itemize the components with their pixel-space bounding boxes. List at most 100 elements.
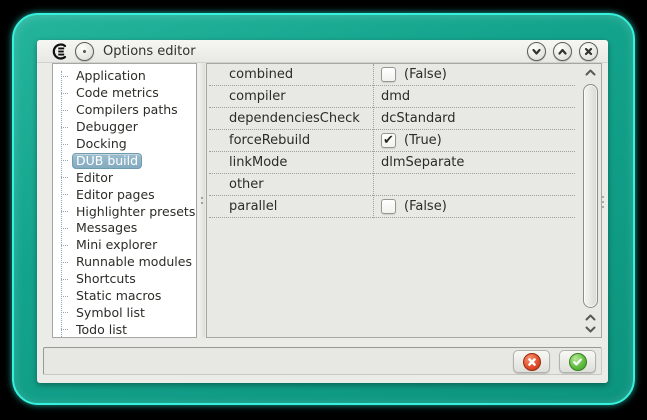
- grid-column-divider: [373, 64, 374, 218]
- sidebar-item[interactable]: Mini explorer: [53, 237, 196, 254]
- property-value: dmd: [381, 89, 411, 104]
- grip-dot-icon: [602, 196, 604, 198]
- window-menu-button[interactable]: [75, 41, 94, 61]
- sidebar-item-label: Application: [76, 68, 146, 84]
- property-row[interactable]: other: [209, 174, 575, 196]
- sidebar-item[interactable]: Editor: [53, 169, 196, 186]
- sidebar-item[interactable]: Debugger: [53, 119, 196, 136]
- property-name: other: [229, 177, 264, 192]
- close-x-icon: [584, 47, 593, 55]
- property-value-cell[interactable]: dmd: [371, 89, 575, 104]
- tree-branch-line: [61, 143, 68, 145]
- sidebar-item-label: Runnable modules: [76, 254, 192, 270]
- property-value-cell[interactable]: (False): [371, 67, 575, 82]
- chevron-down-icon: [585, 326, 596, 333]
- property-row[interactable]: dependenciesCheck dcStandard: [209, 108, 575, 130]
- close-button[interactable]: [579, 41, 598, 61]
- splitter-grip-icon: [200, 202, 203, 204]
- sidebar-item[interactable]: Docking: [53, 136, 196, 153]
- property-row[interactable]: compiler dmd: [209, 86, 575, 108]
- property-row[interactable]: forceRebuild (True): [209, 130, 575, 152]
- checkbox[interactable]: [381, 133, 396, 148]
- tree-branch-line: [61, 194, 68, 196]
- resize-grip[interactable]: [602, 196, 604, 208]
- property-value-cell[interactable]: dcStandard: [371, 111, 575, 126]
- property-name: parallel: [229, 199, 278, 214]
- sidebar-item-label: Debugger: [76, 119, 138, 135]
- scroll-down-button[interactable]: [581, 323, 600, 336]
- tree-branch-line: [61, 312, 68, 314]
- grip-dot-icon: [602, 201, 604, 203]
- chevron-up-icon: [558, 48, 567, 55]
- property-row[interactable]: linkMode dlmSeparate: [209, 152, 575, 174]
- window-menu-dot-icon: [83, 49, 86, 53]
- tree-branch-line: [61, 92, 68, 94]
- tree-branch-line: [61, 244, 68, 246]
- sidebar-item[interactable]: DUB build: [53, 152, 196, 169]
- tree-branch-line: [61, 295, 68, 297]
- screen: Options editor Application Code metrics …: [0, 0, 647, 420]
- scrollbar-thumb[interactable]: [583, 84, 598, 308]
- sidebar-item-label: Editor pages: [76, 186, 155, 202]
- category-tree: Application Code metrics Compilers paths…: [52, 63, 197, 338]
- property-name: linkMode: [229, 155, 288, 170]
- vertical-scrollbar[interactable]: [581, 66, 600, 335]
- sidebar-item-label: Todo list: [76, 321, 128, 337]
- chevron-down-icon: [532, 48, 541, 55]
- tree-branch-line: [61, 278, 68, 280]
- sidebar-item[interactable]: Compilers paths: [53, 102, 196, 119]
- sidebar-item[interactable]: Highlighter presets: [53, 203, 196, 220]
- sidebar-item[interactable]: Application: [53, 68, 196, 85]
- sidebar-item[interactable]: Editor pages: [53, 186, 196, 203]
- red-cross-icon: [522, 352, 541, 371]
- property-value: (True): [404, 133, 442, 148]
- sidebar-item-label: Docking: [76, 136, 127, 151]
- property-name: combined: [229, 67, 294, 82]
- panel-splitter[interactable]: [198, 63, 205, 338]
- coedit-logo-icon: [52, 42, 67, 60]
- tree-branch-line: [61, 109, 68, 111]
- sidebar-item-label: DUB build: [72, 152, 143, 169]
- sidebar-item[interactable]: Todo list: [53, 321, 196, 337]
- sidebar-item-label: Shortcuts: [76, 271, 136, 287]
- titlebar[interactable]: Options editor: [37, 40, 608, 63]
- sidebar-item-label: Editor: [76, 169, 113, 185]
- sidebar-item-label: Mini explorer: [76, 237, 158, 253]
- sidebar-item-label: Compilers paths: [76, 102, 178, 118]
- tree-branch-line: [61, 126, 68, 128]
- tree-branch-line: [61, 177, 68, 179]
- scroll-up-button[interactable]: [581, 66, 600, 79]
- tree-branch-line: [61, 75, 68, 77]
- property-name: dependenciesCheck: [229, 111, 360, 126]
- maximize-button[interactable]: [553, 41, 572, 61]
- splitter-grip-icon: [200, 197, 203, 199]
- property-rows: combined (False) compiler dmd dependenci…: [207, 64, 601, 218]
- accept-button[interactable]: [559, 350, 596, 373]
- checkbox[interactable]: [381, 67, 396, 82]
- sidebar-item[interactable]: Code metrics: [53, 85, 196, 102]
- property-value: (False): [404, 199, 447, 214]
- property-value: dcStandard: [381, 111, 456, 126]
- tree-branch-line: [61, 227, 68, 229]
- property-value-cell[interactable]: (True): [371, 133, 575, 148]
- tree-branch-line: [61, 261, 68, 263]
- sidebar-item-label: Code metrics: [76, 85, 159, 101]
- minimize-button[interactable]: [527, 41, 546, 61]
- cancel-button[interactable]: [513, 350, 550, 373]
- property-grid: combined (False) compiler dmd dependenci…: [206, 63, 602, 338]
- sidebar-item[interactable]: Shortcuts: [53, 271, 196, 288]
- property-name: forceRebuild: [229, 133, 311, 148]
- property-value-cell[interactable]: dlmSeparate: [371, 155, 575, 170]
- sidebar-item[interactable]: Static macros: [53, 288, 196, 305]
- sidebar-item[interactable]: Runnable modules: [53, 254, 196, 271]
- tree-branch-line: [61, 160, 68, 162]
- checkbox[interactable]: [381, 199, 396, 214]
- property-value: (False): [404, 67, 447, 82]
- property-value-cell[interactable]: (False): [371, 199, 575, 214]
- sidebar-item[interactable]: Messages: [53, 220, 196, 237]
- property-row[interactable]: combined (False): [209, 64, 575, 86]
- property-value: dlmSeparate: [381, 155, 465, 170]
- chevron-up-icon: [585, 314, 596, 321]
- property-row[interactable]: parallel (False): [209, 196, 575, 218]
- sidebar-item[interactable]: Symbol list: [53, 304, 196, 321]
